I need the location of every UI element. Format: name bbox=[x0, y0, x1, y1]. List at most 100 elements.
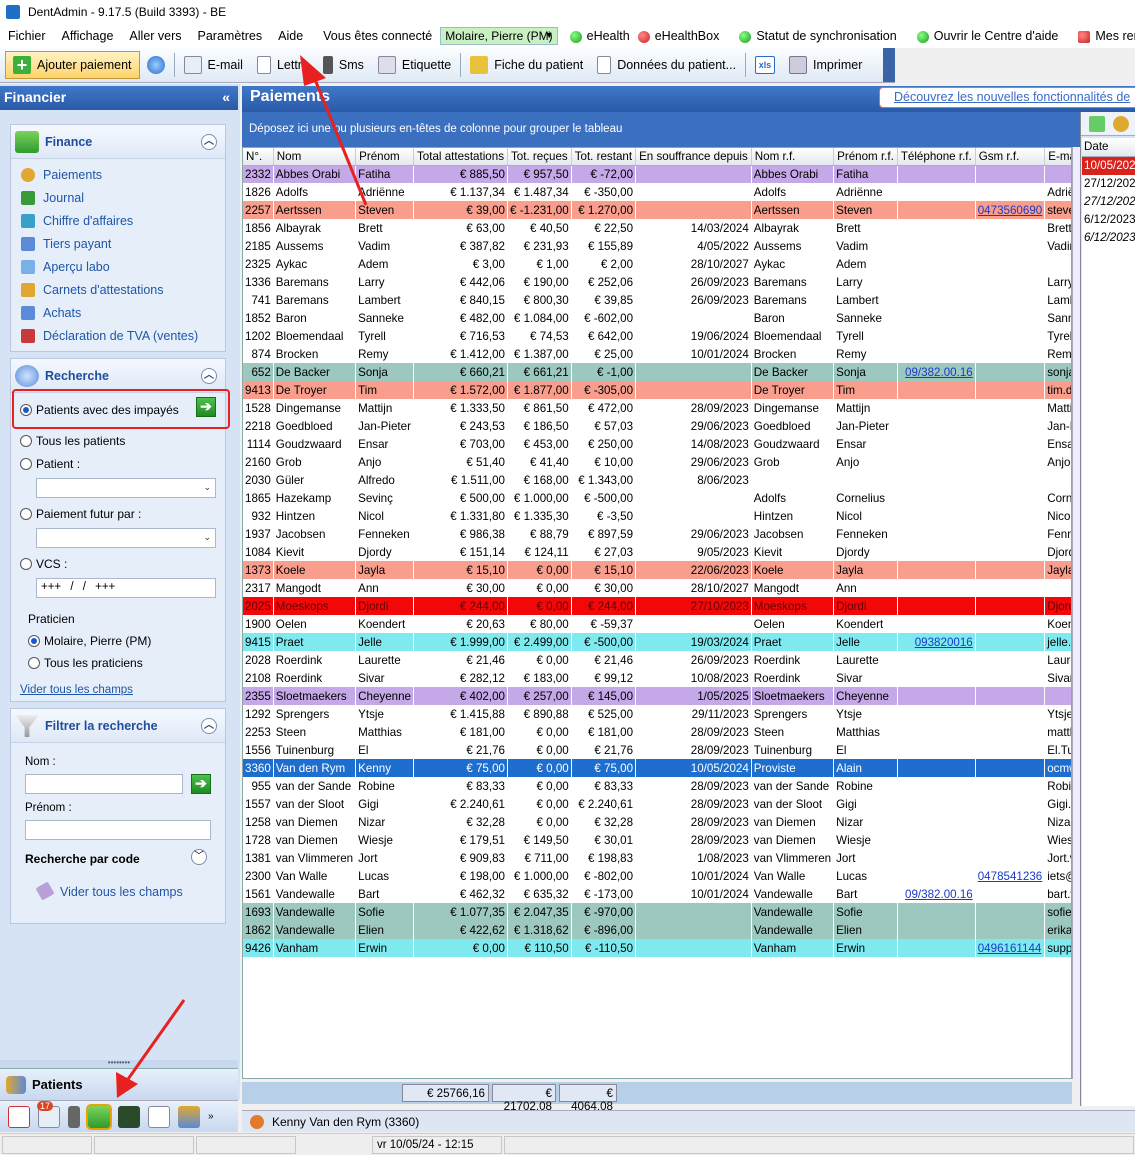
table-row[interactable]: 1084 Kievit Djordy € 151,14 € 124,11 € 27,03 9… bbox=[243, 543, 1071, 561]
column-header[interactable]: Total attestations bbox=[413, 148, 509, 166]
code-search-toggle[interactable]: Recherche par code bbox=[25, 852, 140, 866]
nav-achats[interactable]: Achats bbox=[11, 301, 225, 324]
patient-file-button[interactable]: Fiche du patient bbox=[463, 51, 590, 79]
option-vcs[interactable]: VCS : bbox=[20, 557, 67, 571]
table-cell[interactable]: 0478541236 bbox=[975, 867, 1045, 885]
table-row[interactable]: 1258 van Diemen Nizar € 32,28 € 0,00 € 32,28 2… bbox=[243, 813, 1071, 831]
history-row[interactable]: 27/12/2023 bbox=[1082, 175, 1135, 193]
filter-go-button[interactable]: ➔ bbox=[191, 774, 211, 794]
table-row[interactable]: 1852 Baron Sanneke € 482,00 € 1.084,00 € -602… bbox=[243, 309, 1071, 327]
clear-filter-link[interactable]: Vider tous les champs bbox=[60, 885, 183, 899]
table-row[interactable]: 2300 Van Walle Lucas € 198,00 € 1.000,00 € -8… bbox=[243, 867, 1071, 885]
table-cell[interactable]: 093820016 bbox=[897, 633, 976, 651]
table-cell[interactable]: 0496161144 bbox=[975, 939, 1045, 957]
menu-fichier[interactable]: Fichier bbox=[0, 29, 54, 43]
table-row[interactable]: 652 De Backer Sonja € 660,21 € 661,21 € -1,00… bbox=[243, 363, 1071, 381]
table-row[interactable]: 1556 Tuinenburg El € 21,76 € 0,00 € 21,76 28/0… bbox=[243, 741, 1071, 759]
table-row[interactable]: 1826 Adolfs Adriënne € 1.137,34 € 1.487,34 € … bbox=[243, 183, 1071, 201]
table-row[interactable]: 1373 Koele Jayla € 15,10 € 0,00 € 15,10 22/06/… bbox=[243, 561, 1071, 579]
add-payment-button[interactable]: + Ajouter paiement bbox=[5, 51, 140, 79]
menu-parametres[interactable]: Paramètres bbox=[190, 29, 271, 43]
table-row[interactable]: 932 Hintzen Nicol € 1.331,80 € 1.335,30 € -3,… bbox=[243, 507, 1071, 525]
table-cell[interactable]: 0473560690 bbox=[975, 201, 1045, 219]
column-header[interactable]: Tot. reçues bbox=[507, 148, 572, 166]
patient-select[interactable]: ⌄ bbox=[36, 478, 216, 498]
edit-icon[interactable] bbox=[1089, 116, 1105, 132]
chevron-up-icon[interactable]: ︿ bbox=[201, 134, 217, 150]
table-row[interactable]: 741 Baremans Lambert € 840,15 € 800,30 € 39,8… bbox=[243, 291, 1071, 309]
future-payment-select[interactable]: ⌄ bbox=[36, 528, 216, 548]
history-row[interactable]: 10/05/2024 bbox=[1082, 157, 1135, 175]
email-button[interactable]: E-mail bbox=[177, 51, 250, 79]
table-row[interactable]: 2028 Roerdink Laurette € 21,46 € 0,00 € 21,46… bbox=[243, 651, 1071, 669]
vcs-input[interactable]: +++ / / +++ bbox=[36, 578, 216, 598]
table-row[interactable]: 1728 van Diemen Wiesje € 179,51 € 149,50 € 30… bbox=[243, 831, 1071, 849]
table-row[interactable]: 2325 Aykac Adem € 3,00 € 1,00 € 2,00 28/10/202… bbox=[243, 255, 1071, 273]
chevron-up-icon[interactable]: ︿ bbox=[201, 718, 217, 734]
column-header[interactable]: Nom bbox=[273, 148, 357, 166]
table-row[interactable]: 955 van der Sande Robine € 83,33 € 0,00 € 83,… bbox=[243, 777, 1071, 795]
collapse-panel-icon[interactable]: « bbox=[222, 89, 230, 105]
letter-button[interactable]: Lettre bbox=[250, 51, 316, 79]
table-row[interactable]: 9413 De Troyer Tim € 1.572,00 € 1.877,00 € -3… bbox=[243, 381, 1071, 399]
export-xls-button[interactable]: xls bbox=[748, 51, 782, 79]
ehealth-status[interactable]: eHealth bbox=[562, 29, 638, 43]
table-row[interactable]: 1693 Vandewalle Sofie € 1.077,35 € 2.047,35 €… bbox=[243, 903, 1071, 921]
table-row[interactable]: 2355 Sloetmaekers Cheyenne € 402,00 € 257,00… bbox=[243, 687, 1071, 705]
filter-box-header[interactable]: Filtrer la recherche ︿ bbox=[11, 709, 225, 743]
table-row[interactable]: 2257 Aertssen Steven € 39,00 € -1.231,00 € 1.… bbox=[243, 201, 1071, 219]
option-future-payment[interactable]: Paiement futur par : bbox=[20, 507, 141, 521]
sms-button[interactable]: Sms bbox=[316, 51, 371, 79]
print-button[interactable]: Imprimer bbox=[782, 51, 869, 79]
table-row[interactable]: 1381 van Vlimmeren Jort € 909,83 € 711,00 € 1… bbox=[243, 849, 1071, 867]
table-row[interactable]: 2185 Aussems Vadim € 387,82 € 231,93 € 155,89… bbox=[243, 237, 1071, 255]
ehealthbox-button[interactable]: eHealthBox bbox=[637, 29, 728, 43]
table-row[interactable]: 1561 Vandewalle Bart € 462,32 € 635,32 € -173… bbox=[243, 885, 1071, 903]
table-row[interactable]: 1114 Goudzwaard Ensar € 703,00 € 453,00 € 250… bbox=[243, 435, 1071, 453]
table-row[interactable]: 2108 Roerdink Sivar € 282,12 € 183,00 € 99,12… bbox=[243, 669, 1071, 687]
table-row[interactable]: 1528 Dingemanse Mattijn € 1.333,50 € 861,50 €… bbox=[243, 399, 1071, 417]
group-by-drop-zone[interactable]: Déposez ici une ou plusieurs en-têtes de… bbox=[242, 112, 1080, 147]
table-row[interactable]: 874 Brocken Remy € 1.412,00 € 1.387,00 € 25,0… bbox=[243, 345, 1071, 363]
table-row[interactable]: 1856 Albayrak Brett € 63,00 € 40,50 € 22,50 14… bbox=[243, 219, 1071, 237]
calendar-icon[interactable] bbox=[8, 1105, 30, 1128]
splitter-handle[interactable]: •••••••• bbox=[0, 1059, 238, 1068]
nav-chiffre-affaires[interactable]: Chiffre d'affaires bbox=[11, 209, 225, 232]
table-row[interactable]: 1336 Baremans Larry € 442,06 € 190,00 € 252,0… bbox=[243, 273, 1071, 291]
nav-journal[interactable]: Journal bbox=[11, 186, 225, 209]
refresh-button[interactable] bbox=[140, 51, 172, 79]
table-row[interactable]: 3360 Van den Rym Kenny € 75,00 € 0,00 € 75,00… bbox=[243, 759, 1071, 777]
column-header[interactable]: N°. bbox=[243, 148, 274, 166]
history-row[interactable]: 6/12/2023 bbox=[1082, 229, 1135, 247]
user-select[interactable]: Molaire, Pierre (PM) ▼ bbox=[440, 27, 558, 45]
column-header[interactable]: Prénom r.f. bbox=[833, 148, 898, 166]
grid-scrollbar[interactable] bbox=[1072, 147, 1080, 1079]
table-row[interactable]: 9415 Praet Jelle € 1.999,00 € 2.499,00 € -500… bbox=[243, 633, 1071, 651]
table-row[interactable]: 2160 Grob Anjo € 51,40 € 41,40 € 10,00 29/06/2… bbox=[243, 453, 1071, 471]
sync-status[interactable]: Statut de synchronisation bbox=[731, 29, 904, 43]
table-row[interactable]: 2253 Steen Matthias € 181,00 € 0,00 € 181,00 2… bbox=[243, 723, 1071, 741]
chevron-up-icon[interactable]: ︿ bbox=[201, 368, 217, 384]
column-header[interactable]: En souffrance depuis bbox=[635, 148, 752, 166]
menu-affichage[interactable]: Affichage bbox=[54, 29, 122, 43]
phone-icon[interactable] bbox=[68, 1105, 80, 1128]
label-button[interactable]: Etiquette bbox=[371, 51, 458, 79]
option-practitioner-molaire[interactable]: Molaire, Pierre (PM) bbox=[28, 634, 151, 648]
nav-paiements[interactable]: Paiements bbox=[11, 163, 225, 186]
finance-box-header[interactable]: Finance ︿ bbox=[11, 125, 225, 159]
column-header[interactable]: Gsm r.f. bbox=[975, 148, 1046, 166]
table-row[interactable]: 1900 Oelen Koendert € 20,63 € 80,00 € -59,37 O… bbox=[243, 615, 1071, 633]
appointments-button[interactable]: Mes rend bbox=[1070, 29, 1135, 43]
column-header[interactable]: Téléphone r.f. bbox=[897, 148, 976, 166]
nav-tiers-payant[interactable]: Tiers payant bbox=[11, 232, 225, 255]
terminal-icon[interactable] bbox=[118, 1105, 140, 1128]
help-center-button[interactable]: Ouvrir le Centre d'aide bbox=[909, 29, 1067, 43]
table-cell[interactable]: 09/382.00.16 bbox=[897, 363, 976, 381]
search-go-button[interactable]: ➔ bbox=[196, 397, 216, 417]
table-row[interactable]: 1937 Jacobsen Fenneken € 986,38 € 88,79 € 897… bbox=[243, 525, 1071, 543]
toolbar-overflow-handle[interactable] bbox=[883, 48, 895, 82]
table-cell[interactable]: 09/382.00.16 bbox=[897, 885, 976, 903]
column-header[interactable]: Prénom bbox=[355, 148, 414, 166]
clear-search-link[interactable]: Vider tous les champs bbox=[20, 684, 133, 696]
menu-aide[interactable]: Aide bbox=[270, 29, 311, 43]
